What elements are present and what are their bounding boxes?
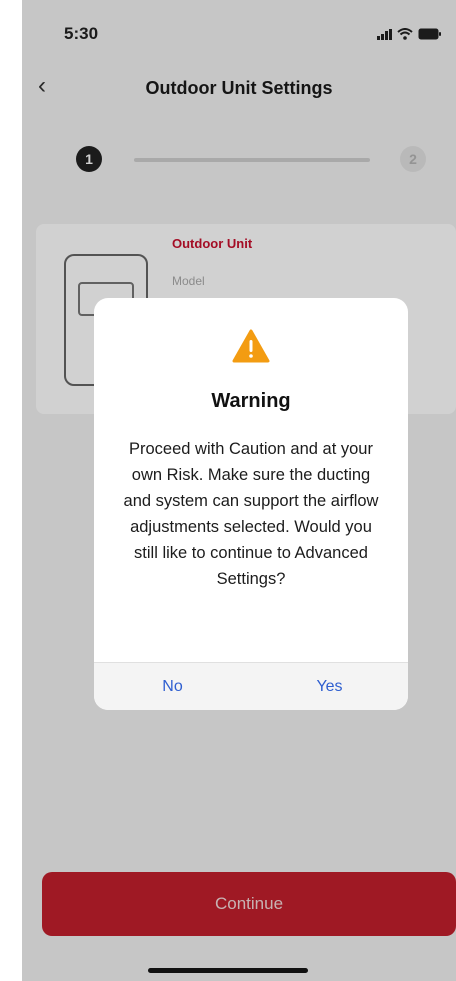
dialog-actions: No Yes bbox=[94, 662, 408, 710]
dialog-title: Warning bbox=[211, 390, 291, 412]
dialog-message: Proceed with Caution and at your own Ris… bbox=[123, 440, 379, 588]
home-indicator[interactable] bbox=[148, 968, 308, 973]
phone-screen: 5:30 ‹ Outdoor Unit Settings 1 2 Outdoor… bbox=[22, 0, 456, 981]
warning-triangle-icon bbox=[232, 329, 270, 363]
warning-dialog: Warning Proceed with Caution and at your… bbox=[94, 298, 408, 710]
yes-button[interactable]: Yes bbox=[251, 663, 408, 710]
no-button[interactable]: No bbox=[94, 663, 251, 710]
